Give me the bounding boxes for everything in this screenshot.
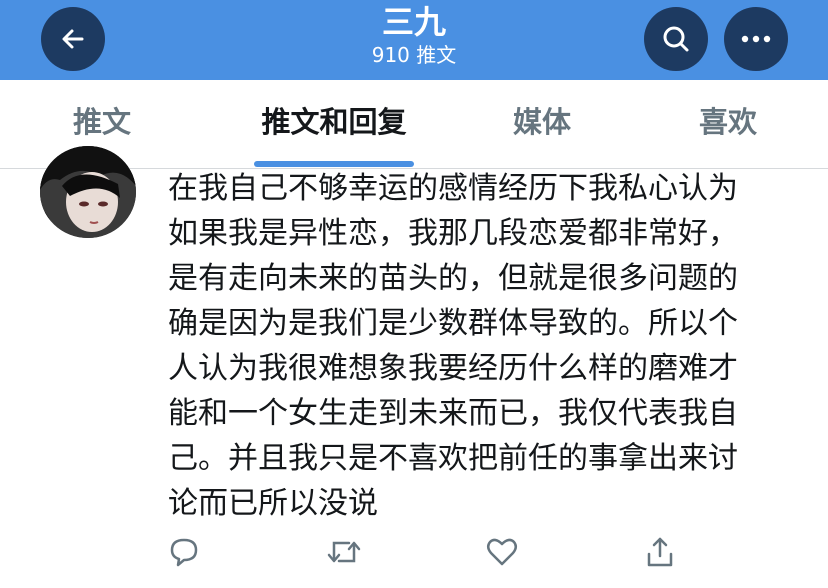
reply-icon	[170, 538, 198, 567]
reply-button[interactable]	[164, 530, 204, 574]
retweet-icon	[327, 541, 361, 563]
tab-tweets[interactable]: 推文	[62, 102, 142, 142]
tweet-actions	[0, 530, 828, 580]
tab-likes[interactable]: 喜欢	[688, 102, 768, 142]
more-icon	[741, 35, 771, 43]
profile-header: 三九 910 推文	[0, 0, 828, 80]
like-button[interactable]	[482, 530, 522, 574]
retweet-button[interactable]	[324, 530, 364, 574]
share-icon	[647, 537, 673, 567]
avatar[interactable]	[40, 146, 136, 238]
share-button[interactable]	[640, 530, 680, 574]
avatar-image	[40, 146, 136, 238]
tab-tweets-and-replies[interactable]: 推文和回复	[244, 102, 424, 142]
tab-media[interactable]: 媒体	[502, 102, 582, 142]
search-icon	[663, 26, 689, 52]
search-button[interactable]	[644, 7, 708, 71]
tweet-text: 在我自己不够幸运的感情经历下我私心认为 如果我是异性恋，我那几段恋爱都非常好， …	[168, 171, 738, 521]
like-icon	[487, 538, 517, 566]
profile-tabs: 推文 推文和回复 媒体 喜欢	[0, 80, 828, 169]
more-button[interactable]	[724, 7, 788, 71]
